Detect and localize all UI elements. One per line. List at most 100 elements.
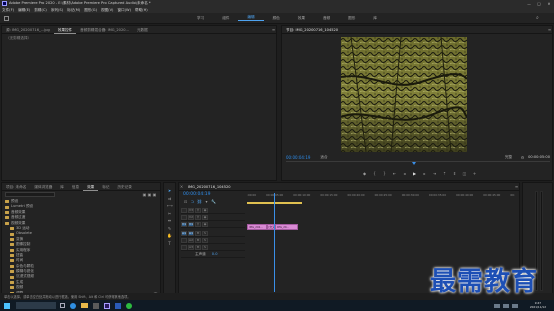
clock-date[interactable]: 2021/11/12 xyxy=(530,305,546,309)
go-to-out-icon[interactable]: ⇥ xyxy=(432,171,437,176)
tab-source[interactable]: 源: IMG_20200716_...jpg xyxy=(2,26,54,34)
windows-start-icon[interactable] xyxy=(4,302,10,309)
add-marker-icon[interactable]: ▾ xyxy=(204,199,209,204)
menu-item-edit[interactable]: 编辑(E) xyxy=(16,8,32,13)
menu-item-window[interactable]: 窗口(W) xyxy=(115,8,133,13)
program-timecode[interactable]: 00:00:04:19 xyxy=(286,155,310,160)
add-marker-icon[interactable]: ◆ xyxy=(362,171,367,176)
hand-tool-icon[interactable]: ✋ xyxy=(167,233,172,238)
menu-item-file[interactable]: 文件(F) xyxy=(0,8,16,13)
task-view-icon[interactable] xyxy=(60,303,65,308)
master-volume-value[interactable]: 0.0 xyxy=(212,252,218,256)
workspace-tab-editing[interactable]: 编辑 xyxy=(238,15,264,21)
type-tool-icon[interactable]: T xyxy=(167,241,172,246)
tab-media-browser[interactable]: 媒体浏览器 xyxy=(30,183,56,191)
mark-in-icon[interactable]: { xyxy=(372,171,377,176)
panel-menu-icon[interactable]: ≡ xyxy=(271,27,276,32)
tab-effect-controls[interactable]: 效果控件 xyxy=(53,26,77,34)
nest-icon[interactable]: ⊡ xyxy=(183,199,188,204)
source-patch-button[interactable]: V1 xyxy=(181,221,187,227)
workspace-tab-assembly[interactable]: 组件 xyxy=(213,16,238,21)
workspace-tab-audio[interactable]: 音频 xyxy=(314,16,339,21)
export-frame-icon[interactable]: ◫ xyxy=(462,171,467,176)
workspace-tab-effects[interactable]: 效果 xyxy=(289,16,314,21)
time-ruler[interactable]: :00:00 00:00:05:00 00:00:10:00 00:00:15:… xyxy=(247,193,515,205)
track-label[interactable]: A2 xyxy=(188,237,194,243)
timeline-timecode[interactable]: 00:00:04:19 xyxy=(183,192,210,197)
source-patch-button[interactable] xyxy=(181,207,187,213)
toggle-output-icon[interactable]: ◉ xyxy=(202,214,208,220)
step-back-icon[interactable]: ◂ xyxy=(402,171,407,176)
close-button[interactable]: ✕ xyxy=(544,2,554,6)
quality-dropdown[interactable]: 完整 xyxy=(505,155,512,160)
menu-item-help[interactable]: 帮助(H) xyxy=(133,8,150,13)
mute-button[interactable]: M xyxy=(195,237,201,243)
track-label[interactable]: V2 xyxy=(188,214,194,220)
menu-item-view[interactable]: 视图(V) xyxy=(99,8,115,13)
tab-sequence[interactable]: IMG_20200716_104520 xyxy=(184,183,235,191)
source-patch-button[interactable]: A1 xyxy=(181,230,187,236)
solo-button[interactable]: S xyxy=(202,237,208,243)
wrench-icon[interactable]: ⚙ xyxy=(520,155,525,160)
panel-menu-icon[interactable]: ≡ xyxy=(547,27,552,32)
ie-icon[interactable] xyxy=(70,302,76,309)
mute-button[interactable]: M xyxy=(195,230,201,236)
tab-info[interactable]: 信息 xyxy=(68,183,83,191)
sync-lock-icon[interactable]: ⚲ xyxy=(195,207,201,213)
timeline-settings-icon[interactable]: 🔧 xyxy=(211,199,216,204)
menu-item-graphics[interactable]: 图形(G) xyxy=(82,8,99,13)
lift-icon[interactable]: ⇡ xyxy=(442,171,447,176)
system-tray-icons[interactable] xyxy=(493,303,524,308)
sync-lock-icon[interactable]: ⚲ xyxy=(195,221,201,227)
track-select-tool-icon[interactable]: ⇉ xyxy=(167,196,172,201)
linked-selection-icon[interactable]: ⛓ xyxy=(197,199,202,204)
source-patch-button[interactable] xyxy=(181,244,187,250)
tab-libraries[interactable]: 库 xyxy=(56,183,68,191)
selection-tool-icon[interactable]: ➤ xyxy=(167,188,172,193)
tab-program[interactable]: 节目: IMG_20200716_104520 xyxy=(282,26,342,34)
folder-icon[interactable] xyxy=(81,303,88,308)
step-forward-icon[interactable]: ▸ xyxy=(422,171,427,176)
menu-item-clip[interactable]: 剪辑(C) xyxy=(32,8,49,13)
workspace-tab-color[interactable]: 颜色 xyxy=(264,16,289,21)
premiere-icon[interactable] xyxy=(104,302,110,309)
solo-button[interactable]: S xyxy=(202,230,208,236)
toggle-output-icon[interactable]: ◉ xyxy=(202,207,208,213)
add-button-icon[interactable]: + xyxy=(472,171,477,176)
source-patch-button[interactable] xyxy=(181,237,187,243)
source-patch-button[interactable] xyxy=(181,214,187,220)
effects-search-input[interactable] xyxy=(5,192,55,197)
toggle-output-icon[interactable]: ◉ xyxy=(202,221,208,227)
track-label[interactable]: V1 xyxy=(188,221,194,227)
program-scrub-bar[interactable] xyxy=(286,161,550,165)
timeline-clip[interactable]: IMG_202... xyxy=(247,223,267,230)
snap-icon[interactable]: ⊃ xyxy=(190,199,195,204)
yuv-effects-icon[interactable]: ▣ xyxy=(152,192,157,197)
razor-tool-icon[interactable]: ✂ xyxy=(167,211,172,216)
pen-tool-icon[interactable]: ✎ xyxy=(167,226,172,231)
store-icon[interactable] xyxy=(93,302,99,309)
timeline-clip[interactable]: IMG_20... xyxy=(274,223,299,230)
menu-item-marker[interactable]: 标记(M) xyxy=(65,8,82,13)
search-box[interactable] xyxy=(16,302,56,309)
track-label[interactable]: V3 xyxy=(188,207,194,213)
play-icon[interactable]: ▶ xyxy=(412,171,417,176)
maximize-button[interactable]: □ xyxy=(534,2,544,6)
playhead-line[interactable] xyxy=(273,193,275,292)
workspace-tab-graphics[interactable]: 图形 xyxy=(339,16,364,21)
playhead-marker[interactable] xyxy=(412,162,416,165)
mute-button[interactable]: M xyxy=(195,244,201,250)
solo-button[interactable]: S xyxy=(202,244,208,250)
track-label[interactable]: A3 xyxy=(188,244,194,250)
home-icon[interactable] xyxy=(4,16,9,21)
menu-item-sequence[interactable]: 序列(S) xyxy=(49,8,65,13)
workspace-tab-learn[interactable]: 学习 xyxy=(188,16,213,21)
panel-menu-icon[interactable]: ≡ xyxy=(514,184,519,189)
ripple-edit-tool-icon[interactable]: ⟷ xyxy=(167,203,173,208)
mark-out-icon[interactable]: } xyxy=(382,171,387,176)
tab-audio-mixer[interactable]: 音频剪辑混合器: IMG_2020... xyxy=(76,26,133,34)
workspace-tab-libraries[interactable]: 库 xyxy=(364,16,386,21)
wechat-icon[interactable] xyxy=(126,302,132,309)
sync-lock-icon[interactable]: ⚲ xyxy=(195,214,201,220)
tab-history[interactable]: 历史记录 xyxy=(113,183,135,191)
